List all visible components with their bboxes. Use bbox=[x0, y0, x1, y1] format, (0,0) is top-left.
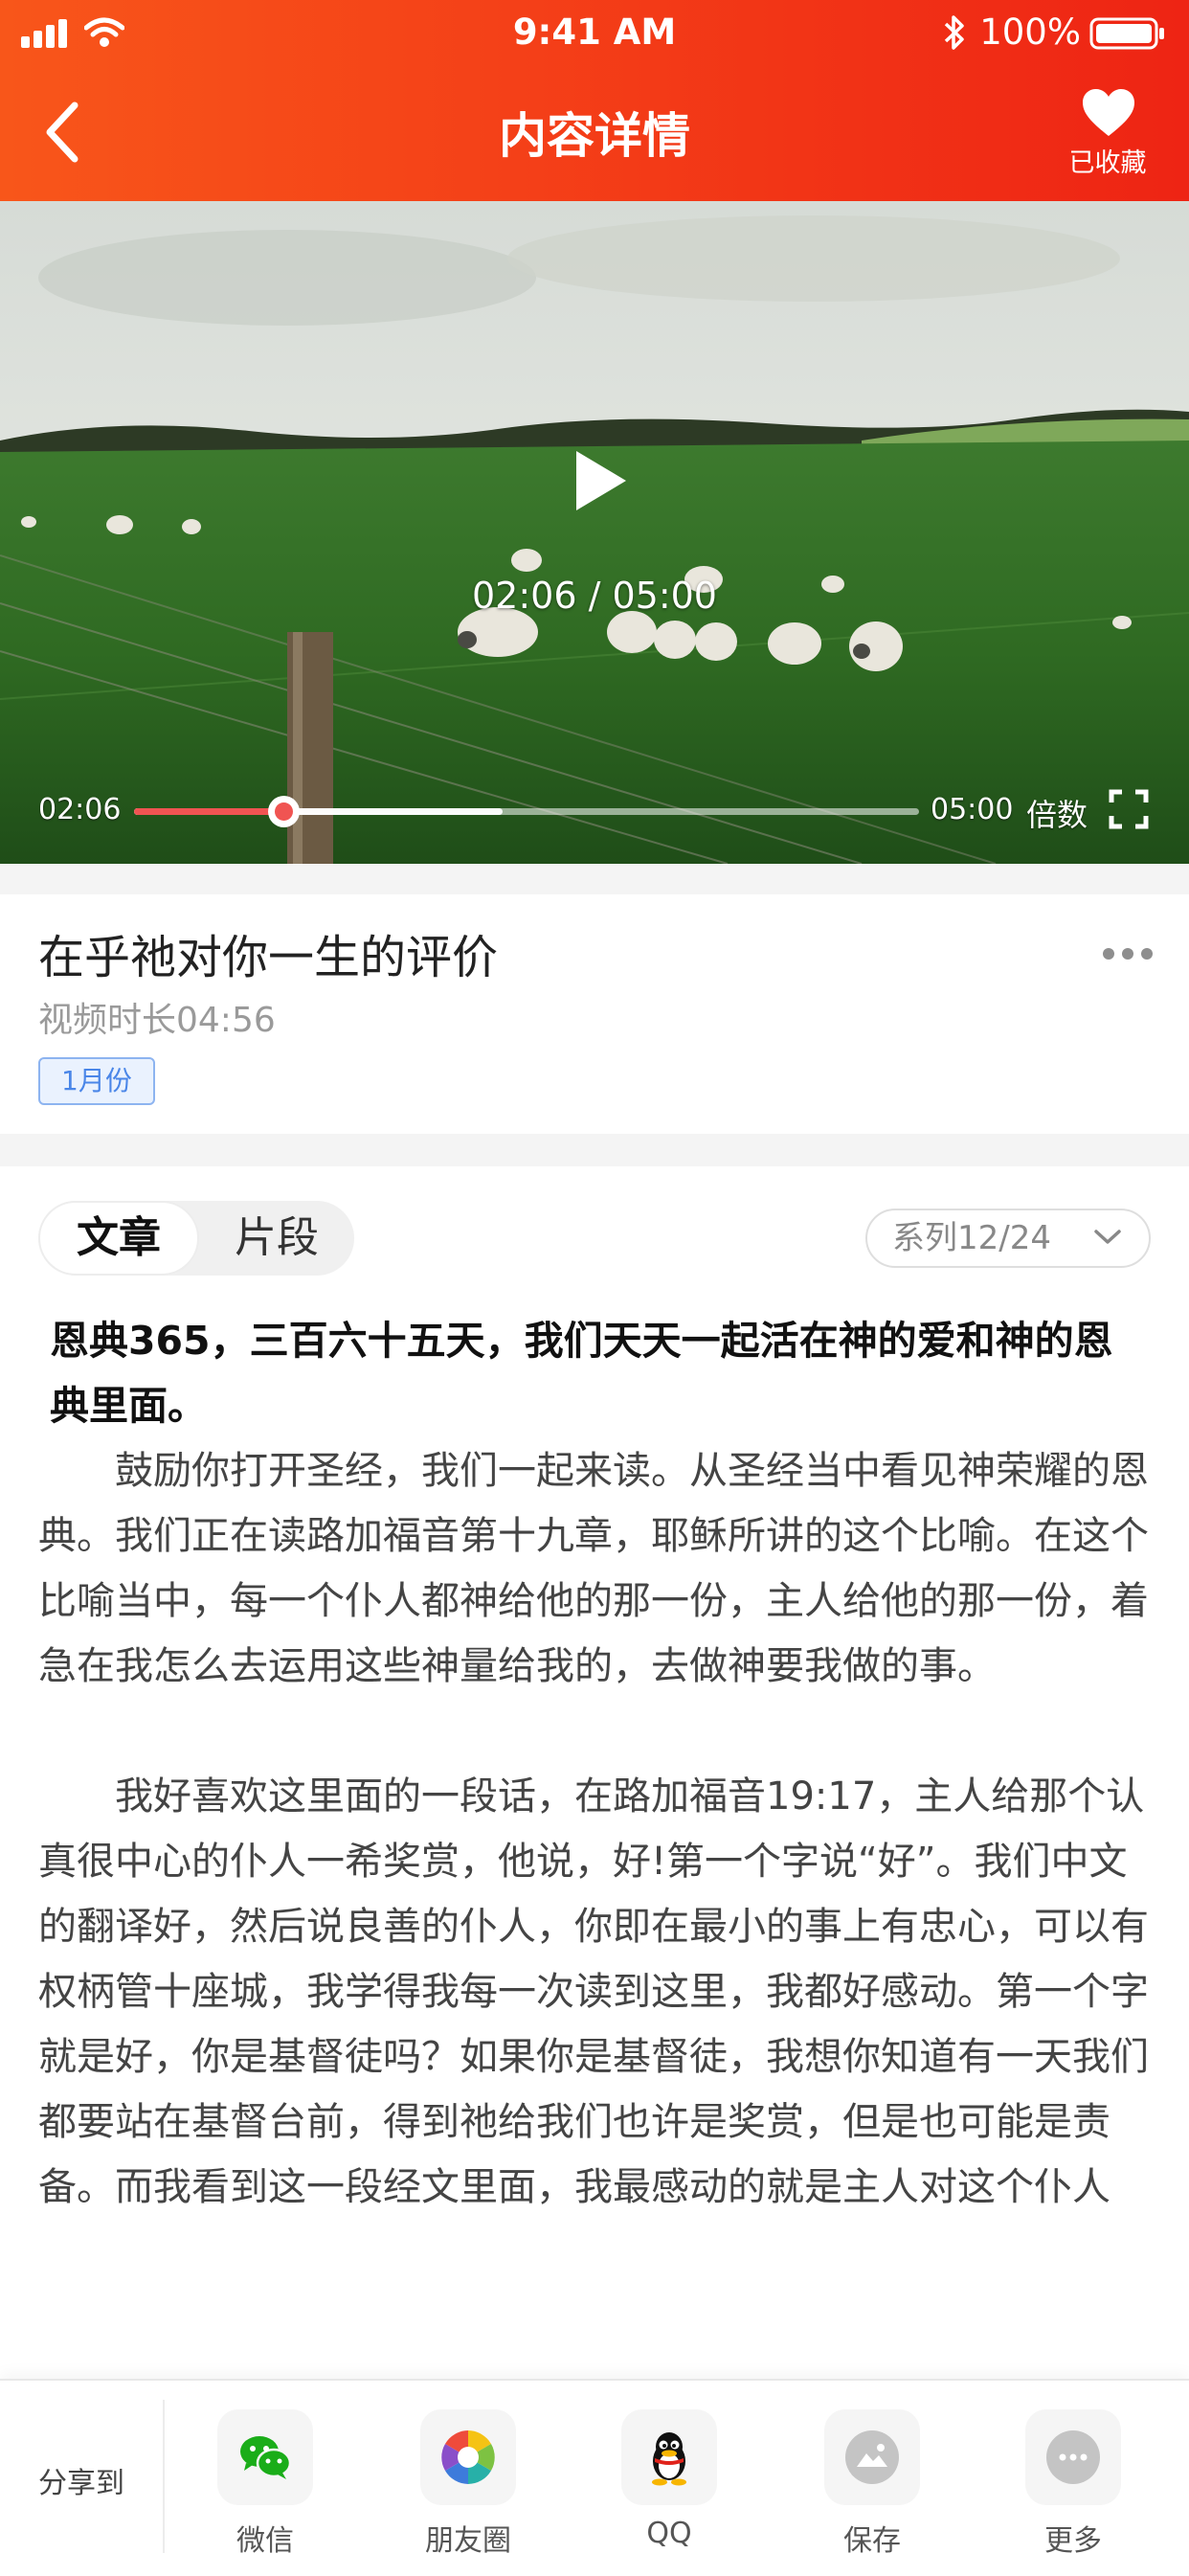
progress-fill bbox=[134, 808, 283, 815]
page-title: 内容详情 bbox=[499, 108, 690, 164]
tab-clips[interactable]: 片段 bbox=[199, 1201, 354, 1276]
tab-article[interactable]: 文章 bbox=[38, 1201, 199, 1276]
header-bar: 9:41 AM 100% 内容详情 已收藏 bbox=[0, 0, 1189, 201]
video-player[interactable]: 02:06 / 05:00 02:06 05:00 倍数 bbox=[0, 201, 1189, 864]
article-lead: 恩典365，三百六十五天，我们天天一起活在神的爱和神的恩典里面。 bbox=[50, 1318, 1113, 1429]
qq-icon bbox=[652, 2432, 686, 2486]
share-more-label: 更多 bbox=[1044, 2524, 1102, 2558]
share-more-button[interactable]: 更多 bbox=[1011, 2409, 1135, 2572]
video-info-card: 在乎祂对你一生的评价 视频时长04:56 1月份 bbox=[0, 894, 1189, 1134]
favorite-button[interactable]: 已收藏 bbox=[1055, 84, 1160, 180]
share-moments-label: 朋友圈 bbox=[425, 2524, 511, 2558]
video-thumbnail bbox=[0, 201, 1189, 864]
total-time: 05:00 bbox=[931, 793, 1014, 826]
battery-percent: 100% bbox=[979, 11, 1081, 53]
share-save-button[interactable]: 保存 bbox=[810, 2409, 934, 2572]
share-wechat-label: 微信 bbox=[236, 2524, 294, 2558]
favorite-label: 已收藏 bbox=[1068, 148, 1147, 178]
more-icon bbox=[1046, 2430, 1100, 2484]
heart-icon bbox=[1083, 89, 1134, 136]
month-tag[interactable]: 1月份 bbox=[38, 1057, 155, 1105]
video-duration: 视频时长04:56 bbox=[38, 1001, 276, 1040]
chevron-down-icon bbox=[1094, 1230, 1121, 1244]
share-qq-label: QQ bbox=[646, 2517, 692, 2550]
share-moments-tile bbox=[420, 2409, 516, 2505]
article-section: 文章 片段 系列12/24 恩典365，三百六十五天，我们天天一起活在神的爱和神… bbox=[0, 1166, 1189, 2574]
share-qq-tile bbox=[621, 2409, 717, 2505]
content-tab-switch: 文章 片段 bbox=[38, 1201, 354, 1276]
article-paragraph: 我好喜欢这里面的一段话，在路加福音19:17，主人给那个认真很中心的仆人一希奖赏… bbox=[38, 1774, 1149, 2209]
current-time: 02:06 bbox=[38, 793, 122, 826]
article-paragraph: 鼓励你打开圣经，我们一起来读。从圣经当中看见神荣耀的恩典。我们正在读路加福音第十… bbox=[38, 1449, 1149, 1688]
share-wechat-tile bbox=[217, 2409, 313, 2505]
more-options-icon[interactable] bbox=[1103, 944, 1153, 963]
video-title: 在乎祂对你一生的评价 bbox=[38, 931, 499, 984]
bluetooth-icon bbox=[944, 15, 964, 50]
share-save-label: 保存 bbox=[843, 2524, 901, 2558]
video-time-overlay: 02:06 / 05:00 bbox=[472, 575, 717, 617]
series-label: 系列12/24 bbox=[892, 1219, 1051, 1257]
speed-button[interactable]: 倍数 bbox=[1026, 791, 1088, 835]
fullscreen-icon[interactable] bbox=[1109, 789, 1149, 829]
share-qq-button[interactable]: QQ bbox=[607, 2409, 731, 2572]
moments-icon bbox=[441, 2430, 495, 2484]
battery-icon bbox=[1089, 17, 1164, 50]
wechat-icon bbox=[240, 2436, 292, 2479]
share-moments-button[interactable]: 朋友圈 bbox=[406, 2409, 530, 2572]
share-save-tile bbox=[824, 2409, 920, 2505]
share-more-tile bbox=[1025, 2409, 1121, 2505]
share-wechat-button[interactable]: 微信 bbox=[203, 2409, 327, 2572]
share-bar: 分享到 微信 朋友圈 QQ 保存 更多 bbox=[0, 2379, 1189, 2576]
save-icon bbox=[845, 2430, 899, 2484]
progress-track[interactable] bbox=[134, 796, 919, 827]
play-icon[interactable] bbox=[572, 447, 630, 514]
share-label: 分享到 bbox=[38, 2467, 124, 2500]
status-bar: 9:41 AM 100% bbox=[0, 0, 1189, 65]
share-divider bbox=[163, 2400, 165, 2553]
series-selector[interactable]: 系列12/24 bbox=[865, 1209, 1151, 1268]
progress-thumb[interactable] bbox=[267, 796, 300, 827]
article-body: 恩典365，三百六十五天，我们天天一起活在神的爱和神的恩典里面。 鼓励你打开圣经… bbox=[38, 1308, 1151, 2220]
